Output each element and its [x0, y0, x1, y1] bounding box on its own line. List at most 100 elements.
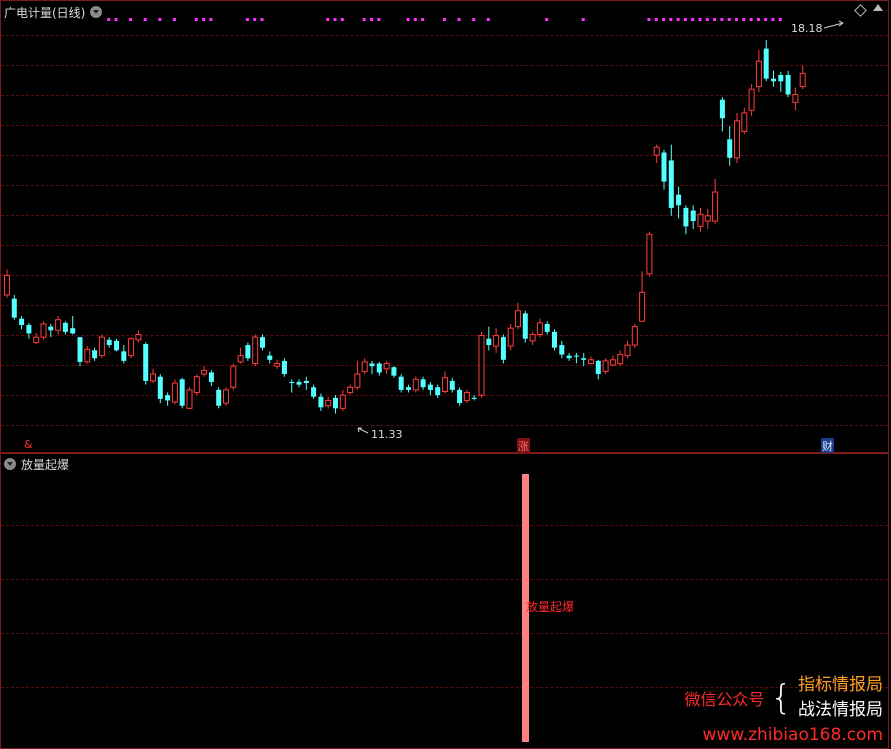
candle-body-down — [165, 395, 171, 401]
candle-body-up — [339, 394, 346, 409]
high-price-label: 18.18 — [791, 22, 823, 35]
candle-body-down — [683, 207, 689, 227]
candle-body-up — [624, 344, 631, 357]
candle-body-down — [435, 387, 441, 396]
candle-body-down — [785, 74, 791, 95]
candle-body-up — [609, 359, 616, 366]
signal-dot — [742, 18, 746, 21]
finance-badge[interactable]: 财 — [821, 438, 834, 454]
candle-body-up — [755, 60, 762, 88]
signal-dot — [691, 18, 695, 21]
candle-body-down — [26, 325, 32, 334]
candle-body-down — [449, 380, 455, 390]
candle-body-up — [748, 88, 755, 111]
signal-dot — [581, 18, 585, 21]
kline-chart — [4, 18, 844, 434]
candle-body-down — [522, 313, 528, 339]
candle-body-up — [135, 334, 142, 341]
signal-dot — [443, 18, 446, 21]
grid-line — [1, 633, 888, 634]
candle-body-down — [143, 343, 149, 381]
candle-body-down — [690, 210, 696, 222]
candle-body-down — [11, 298, 17, 318]
signal-dot-series — [107, 18, 782, 21]
candle-body-down — [267, 355, 273, 360]
candle-body-down — [500, 337, 506, 360]
signal-dot — [413, 18, 417, 21]
candle-body-down — [406, 387, 411, 390]
signal-dot — [676, 18, 680, 21]
candle-body-up — [223, 389, 229, 404]
signal-dot — [647, 18, 651, 21]
candle-body-up — [84, 348, 91, 363]
candle-body-down — [157, 376, 163, 399]
signal-dot — [472, 18, 476, 21]
candle-body-up — [55, 319, 62, 331]
candle-body-down — [486, 338, 492, 346]
candle-body-down — [281, 360, 287, 375]
candle-body-down — [778, 74, 784, 82]
candle-body-up — [617, 354, 624, 365]
candle-body-down — [398, 376, 404, 390]
candle-body-down — [48, 326, 54, 331]
candle-body-down — [391, 367, 397, 376]
candle-body-down — [457, 389, 463, 404]
stock-chart-window: 广电计量(日线) 18.18 11.33 & 涨 财 放量起爆 放量起爆 微信公… — [0, 0, 891, 749]
candle-body-down — [427, 384, 433, 390]
annotation-arrow — [357, 427, 369, 434]
signal-dot — [326, 18, 330, 21]
signal-dot — [720, 18, 724, 21]
candle-body-down — [581, 358, 587, 360]
signal-dot — [698, 18, 702, 21]
signal-dot — [370, 18, 373, 21]
candle-body-up — [697, 213, 704, 227]
signal-dot — [202, 18, 206, 21]
indicator-panel-header: 放量起爆 — [4, 455, 69, 473]
candle-body-up — [529, 334, 536, 342]
candle-body-down — [333, 397, 338, 409]
candle-body-up — [33, 336, 40, 343]
candle-body-down — [420, 379, 426, 388]
candle-body-down — [245, 345, 251, 359]
signal-dot — [421, 18, 425, 21]
indicator-panel-title: 放量起爆 — [21, 457, 70, 472]
candle-body-down — [727, 139, 733, 158]
candle-body-down — [208, 372, 214, 382]
candle-body-down — [676, 194, 682, 206]
signal-dot — [253, 18, 257, 21]
candle-series — [4, 40, 806, 414]
watermark-url: www.zhibiao168.com — [702, 725, 883, 745]
candle-body-up — [171, 382, 178, 403]
candle-body-up — [588, 359, 594, 365]
watermark-name-2: 战法情报局 — [798, 700, 883, 720]
candle-body-down — [595, 360, 601, 375]
annotation-arrow — [838, 20, 844, 24]
grid-line — [1, 579, 888, 580]
signal-dot — [143, 18, 147, 21]
candle-body-up — [712, 191, 719, 222]
candle-body-down — [179, 379, 185, 406]
candle-body-up — [741, 112, 748, 132]
signal-dot — [107, 18, 111, 21]
candle-body-down — [70, 328, 76, 334]
chevron-down-icon[interactable] — [4, 458, 16, 470]
candle-body-down — [318, 396, 324, 408]
candle-body-down — [106, 339, 112, 346]
candle-body-down — [260, 337, 265, 348]
candle-body-down — [719, 99, 725, 119]
signal-dot — [114, 18, 118, 21]
signal-dot — [245, 18, 249, 21]
watermark: 微信公众号 { 指标情报局 战法情报局 www.zhibiao168.com — [684, 673, 883, 745]
signal-dot — [457, 18, 461, 21]
signal-dot — [727, 18, 731, 21]
signal-dot — [194, 18, 198, 21]
signal-dot — [158, 18, 162, 21]
candle-body-up — [734, 120, 740, 159]
candle-body-down — [92, 350, 98, 359]
candle-body-down — [559, 345, 565, 355]
signal-dot — [545, 18, 549, 21]
candle-body-up — [325, 399, 332, 407]
signal-dot — [771, 18, 775, 21]
rise-badge[interactable]: 涨 — [517, 438, 530, 454]
signal-dot — [756, 18, 760, 21]
